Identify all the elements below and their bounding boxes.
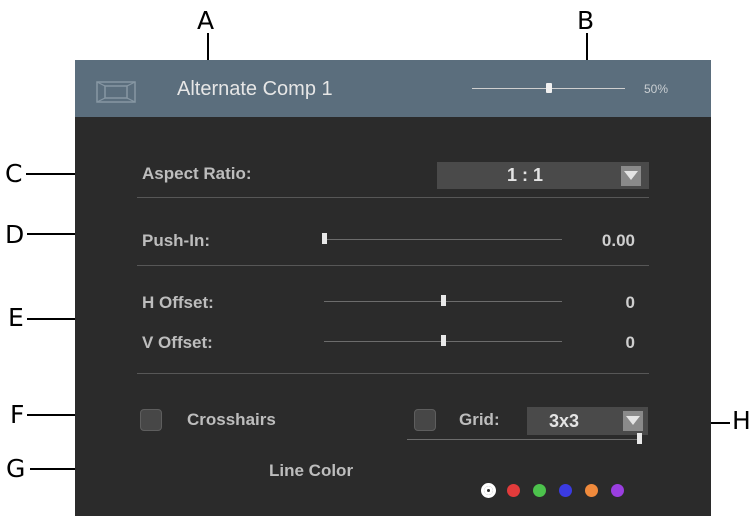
callout-f: F — [10, 400, 25, 429]
push-in-slider-thumb[interactable] — [321, 233, 327, 244]
color-swatch[interactable] — [585, 484, 598, 497]
callout-c: C — [5, 159, 23, 188]
color-swatch[interactable] — [559, 484, 572, 497]
divider-3 — [137, 373, 649, 374]
callout-h: H — [732, 406, 751, 435]
v-offset-slider-thumb[interactable] — [440, 335, 446, 346]
callout-a: A — [197, 6, 215, 35]
line-color-label: Line Color — [269, 461, 354, 480]
frame-icon[interactable] — [96, 81, 136, 103]
alternate-comp-panel: Alternate Comp 1 50% Aspect Ratio: 1 : 1… — [75, 60, 711, 516]
callout-e: E — [8, 303, 24, 332]
callout-b: B — [577, 6, 595, 35]
push-in-slider-track — [324, 239, 562, 240]
push-in-value: 0.00 — [601, 231, 635, 250]
v-offset-value: 0 — [625, 333, 635, 352]
color-swatch[interactable] — [611, 484, 624, 497]
color-swatch[interactable] — [507, 484, 520, 497]
opacity-slider-thumb[interactable] — [545, 83, 552, 93]
crosshairs-label: Crosshairs — [187, 410, 276, 429]
divider-1 — [137, 197, 649, 198]
opacity-value: 50% — [644, 82, 669, 96]
callout-d: D — [5, 220, 25, 249]
chevron-down-icon[interactable] — [623, 411, 643, 431]
grid-dropdown[interactable]: 3x3 — [527, 407, 648, 435]
color-swatch[interactable] — [481, 483, 496, 498]
h-offset-slider-thumb[interactable] — [440, 295, 446, 306]
push-in-label: Push-In: — [142, 231, 210, 250]
panel-header: Alternate Comp 1 50% — [75, 60, 711, 117]
color-swatch[interactable] — [533, 484, 546, 497]
h-offset-value: 0 — [625, 293, 635, 312]
chevron-down-icon[interactable] — [621, 166, 641, 186]
crosshairs-checkbox[interactable] — [140, 409, 162, 431]
grid-value: 3x3 — [549, 411, 580, 431]
callout-g: G — [6, 454, 26, 483]
grid-label: Grid: — [459, 410, 500, 429]
comp-title: Alternate Comp 1 — [177, 78, 333, 100]
v-offset-label: V Offset: — [142, 333, 213, 352]
aspect-ratio-dropdown[interactable]: 1 : 1 — [437, 162, 649, 189]
line-color-slider-track — [407, 439, 639, 440]
aspect-ratio-label: Aspect Ratio: — [142, 164, 252, 183]
aspect-ratio-value: 1 : 1 — [507, 165, 544, 185]
h-offset-label: H Offset: — [142, 293, 214, 312]
grid-checkbox[interactable] — [414, 409, 436, 431]
divider-2 — [137, 265, 649, 266]
line-color-slider-thumb[interactable] — [636, 433, 642, 444]
